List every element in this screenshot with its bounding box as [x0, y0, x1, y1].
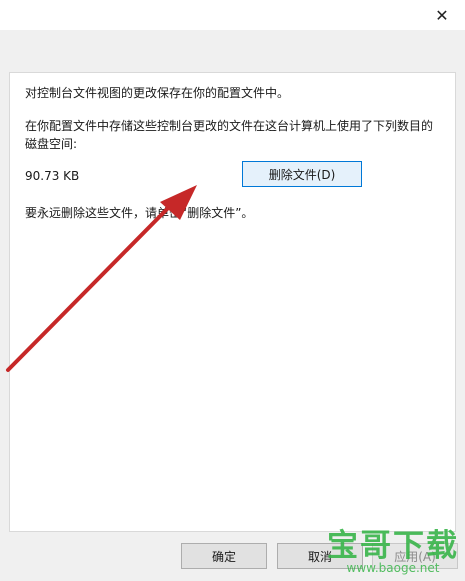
watermark: 宝哥下载 www.baoge.net [327, 520, 459, 575]
annotation-arrow-icon [6, 185, 197, 372]
watermark-url: www.baoge.net [346, 561, 440, 575]
watermark-logo: 宝哥下载 [327, 528, 459, 564]
